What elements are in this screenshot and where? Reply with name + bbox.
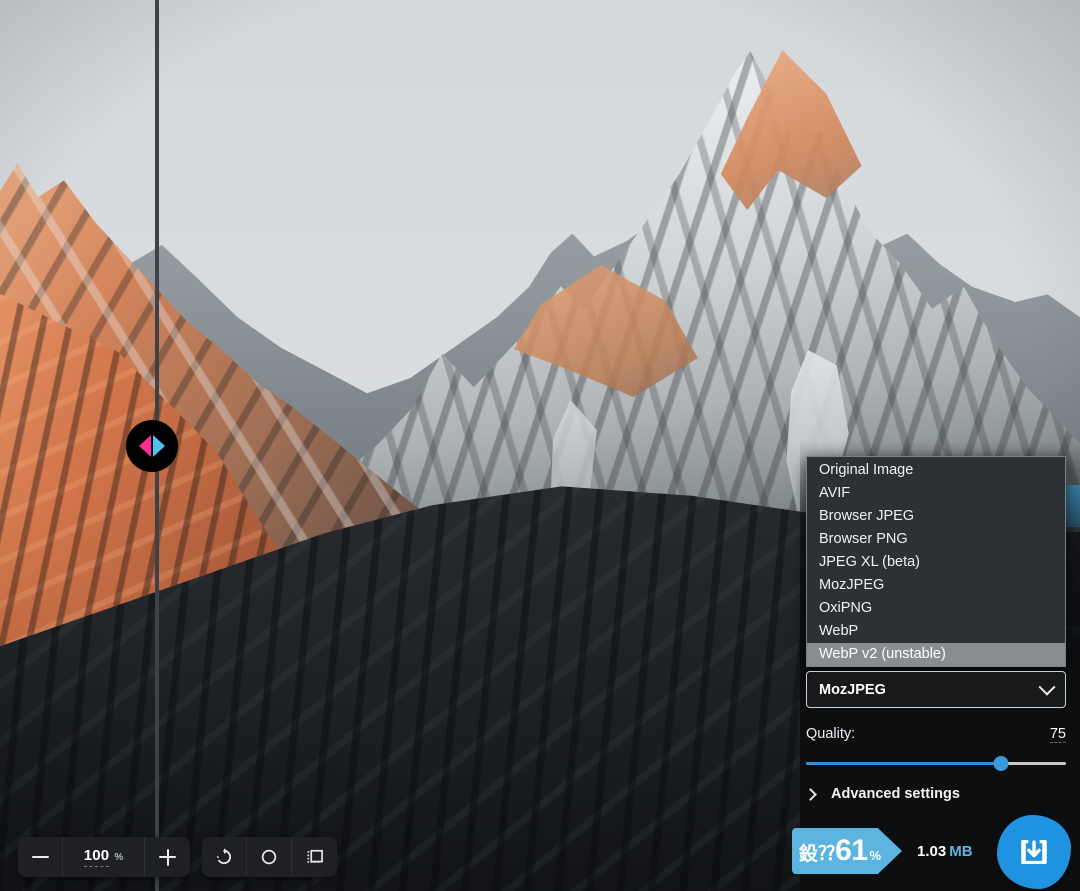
chevron-down-icon (1038, 678, 1056, 696)
split-view-icon (307, 849, 323, 863)
format-option-browser-png[interactable]: Browser PNG (807, 528, 1065, 551)
toggle-split-view-button[interactable] (292, 837, 337, 877)
reduction-arrow-icon: 鈠⁇ (798, 844, 836, 865)
format-select-value: MozJPEG (819, 681, 886, 698)
quality-value[interactable]: 75 (1049, 726, 1066, 743)
output-size-unit: MB (949, 843, 973, 860)
zoom-out-button[interactable] (18, 837, 63, 877)
reduction-percent-unit: % (869, 848, 882, 863)
output-size-number: 1.03 (917, 843, 947, 860)
format-option-webp[interactable]: WebP (807, 620, 1065, 643)
plus-icon (159, 848, 176, 866)
output-file-size: 1.03 MB (917, 843, 973, 860)
advanced-settings-toggle[interactable]: Advanced settings (804, 786, 960, 802)
format-option-original-image[interactable]: Original Image (807, 459, 1065, 482)
split-handle[interactable] (126, 420, 178, 472)
size-reduction-badge: 鈠⁇ 61 % (792, 828, 902, 874)
quality-slider-fill (806, 762, 1001, 765)
download-button[interactable] (997, 815, 1071, 889)
advanced-settings-label: Advanced settings (831, 786, 960, 802)
quality-setting: Quality: 75 (806, 726, 1066, 771)
format-dropdown-listbox[interactable]: Original Image AVIF Browser JPEG Browser… (806, 456, 1066, 667)
format-option-webp-v2[interactable]: WebP v2 (unstable) (807, 643, 1065, 666)
result-bar: 鈠⁇ 61 % 1.03 MB (780, 810, 1080, 891)
split-left-arrow-icon (139, 435, 151, 457)
rotate-button[interactable] (202, 837, 247, 877)
zoom-level-value: 100 (83, 847, 110, 867)
zoom-level-field[interactable]: 100 % (63, 837, 145, 877)
format-option-oxipng[interactable]: OxiPNG (807, 597, 1065, 620)
zoom-control-group: 100 % (18, 837, 190, 877)
split-right-arrow-icon (153, 435, 165, 457)
minus-icon (31, 856, 49, 858)
chevron-right-icon (804, 787, 817, 801)
view-control-group (202, 837, 337, 877)
zoom-level-unit: % (114, 851, 124, 863)
format-option-avif[interactable]: AVIF (807, 482, 1065, 505)
format-select[interactable]: MozJPEG (806, 671, 1066, 708)
quality-slider[interactable] (806, 756, 1066, 771)
format-option-mozjpeg[interactable]: MozJPEG (807, 574, 1065, 597)
rotate-icon (216, 848, 232, 865)
format-option-jpeg-xl[interactable]: JPEG XL (beta) (807, 551, 1065, 574)
circle-icon (261, 849, 277, 865)
squoosh-app: Original Image AVIF Browser JPEG Browser… (0, 0, 1080, 891)
reduction-percent-value: 61 (835, 834, 868, 867)
download-icon (1021, 839, 1047, 865)
quality-label: Quality: (806, 726, 856, 742)
quality-slider-thumb[interactable] (993, 756, 1009, 771)
toggle-background-button[interactable] (247, 837, 292, 877)
viewer-toolbar: 100 % (18, 837, 337, 877)
zoom-in-button[interactable] (145, 837, 190, 877)
format-option-browser-jpeg[interactable]: Browser JPEG (807, 505, 1065, 528)
